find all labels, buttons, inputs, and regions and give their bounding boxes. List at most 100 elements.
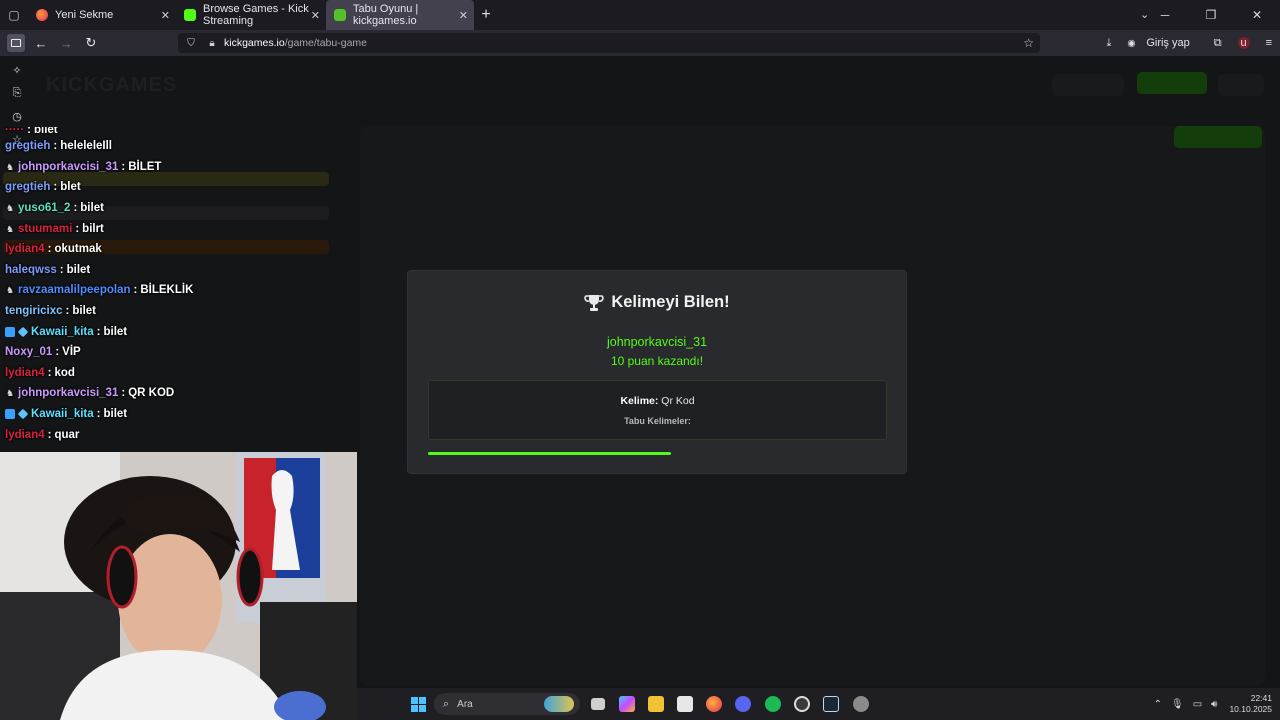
microphone-icon[interactable]: 🎙︎ — [1171, 699, 1184, 710]
bookmark-star-icon[interactable]: ☆ — [1023, 36, 1034, 50]
chat-text: bilet — [66, 263, 91, 276]
tab-label: Browse Games - Kick Streaming — [203, 3, 309, 27]
windows-start-icon[interactable] — [411, 697, 426, 712]
signin-button[interactable]: ◉ Giriş yap — [1127, 37, 1197, 49]
browser-tab-bar: ▢ Yeni Sekme ✕ Browse Games - Kick Strea… — [0, 0, 1280, 30]
chat-separator: : — [65, 305, 70, 318]
ai-chat-icon[interactable]: ✧ — [12, 64, 21, 87]
word-label: Kelime: — [620, 395, 659, 407]
subscriber-badge-icon: ♞ — [5, 223, 15, 234]
store-icon[interactable] — [677, 696, 693, 712]
chat-username[interactable]: Kawaii_kita — [31, 408, 94, 420]
taskbar-search[interactable]: ⌕ Ara — [434, 693, 580, 715]
steam-icon[interactable] — [823, 696, 839, 712]
word-value: Qr Kod — [661, 395, 695, 407]
settings-icon[interactable] — [853, 696, 869, 712]
tray-chevron-up-icon[interactable]: ⌃ — [1154, 699, 1162, 710]
shield-icon[interactable]: ⛉ — [183, 38, 199, 49]
bookmarks-icon[interactable]: ☆ — [12, 133, 22, 156]
taskbar-clock[interactable]: 22:41 10.10.2025 — [1229, 693, 1272, 715]
synced-tabs-icon[interactable]: ⎘ — [13, 87, 22, 110]
chat-separator: : — [121, 160, 126, 173]
chat-text: bilet — [80, 202, 104, 215]
system-tray: ⌃ 🎙︎ ▭ 🔊︎ 22:41 10.10.2025 — [1145, 688, 1272, 720]
chat-message: ♞ ravzaamalilpeepolan: BİLEKLİK — [0, 280, 360, 301]
tab-kick-browse[interactable]: Browse Games - Kick Streaming ✕ — [176, 0, 326, 30]
tab-new-tab[interactable]: Yeni Sekme ✕ — [28, 0, 176, 30]
chat-username[interactable]: johnporkavcisi_31 — [18, 387, 118, 399]
subscriber-badge-icon: ♞ — [5, 285, 15, 296]
modal-title: Kelimeyi Bilen! — [408, 293, 906, 312]
chat-message: Kawaii_kita: bilet — [0, 404, 360, 425]
chat-text: VİP — [62, 346, 81, 359]
copilot-icon[interactable] — [619, 696, 635, 712]
webcam-feed — [0, 452, 357, 720]
chat-text: BİLET — [128, 160, 162, 173]
tab-tabu-game[interactable]: Tabu Oyunu | kickgames.io ✕ — [326, 0, 474, 30]
history-icon[interactable]: ◷ — [12, 110, 22, 133]
spotify-icon[interactable] — [765, 696, 781, 712]
chat-username[interactable]: lydian4 — [5, 429, 45, 441]
restore-icon[interactable]: ❐ — [1188, 8, 1234, 22]
obs-icon[interactable] — [794, 696, 810, 712]
countdown-progress-bar — [428, 452, 887, 455]
chat-username[interactable]: ravzaamalilpeepolan — [18, 284, 131, 296]
chat-username[interactable]: yuso61_2 — [18, 202, 70, 214]
chat-message: haleqwss: bilet — [0, 260, 360, 281]
chat-username[interactable]: johnporkavcisi_31 — [18, 161, 118, 173]
url-domain: kickgames.io — [224, 37, 285, 49]
word-line: Kelime: Qr Kod — [429, 395, 886, 407]
chat-message: ♞ johnporkavcisi_31: QR KOD — [0, 383, 360, 404]
kick-icon — [184, 9, 196, 21]
chat-text: bilet — [103, 408, 128, 421]
subscriber-badge-icon: ♞ — [5, 161, 15, 172]
address-bar[interactable]: ⛉ 🔒︎ kickgames.io/game/tabu-game ☆ — [178, 33, 1040, 53]
chat-separator: : — [53, 140, 58, 153]
chat-username[interactable]: tengiricixc — [5, 305, 63, 317]
chat-message: ♞ stuumami: bilrt — [0, 218, 360, 239]
file-explorer-icon[interactable] — [648, 696, 664, 712]
chat-message: lydian4: kod — [0, 363, 360, 384]
winner-username: johnporkavcisi_31 — [606, 335, 708, 349]
firefox-icon — [36, 9, 48, 21]
task-view-icon[interactable] — [591, 698, 605, 710]
reload-icon[interactable]: ↻ — [79, 32, 103, 54]
chat-username[interactable]: Noxy_01 — [5, 346, 52, 358]
volume-icon[interactable]: 🔊︎ — [1211, 699, 1217, 710]
verified-badge-icon — [5, 326, 15, 337]
chat-username[interactable]: haleqwss — [5, 264, 57, 276]
close-window-icon[interactable]: ✕ — [1234, 8, 1280, 22]
game-panel-button[interactable] — [1174, 126, 1262, 148]
menu-icon[interactable]: ≡ — [1266, 37, 1272, 49]
firefox-taskbar-icon[interactable] — [706, 696, 722, 712]
close-icon[interactable]: ✕ — [161, 9, 170, 22]
new-tab-button[interactable]: + — [474, 6, 498, 24]
header-button[interactable] — [1218, 74, 1264, 96]
chat-separator: : — [47, 428, 52, 441]
download-icon[interactable]: ⤓ — [1107, 37, 1112, 50]
close-icon[interactable]: ✕ — [311, 9, 320, 22]
chat-username[interactable]: Kawaii_kita — [31, 326, 94, 338]
chat-username[interactable]: gregtieh — [5, 181, 50, 193]
url-path: /game/tabu-game — [284, 37, 368, 49]
chat-username[interactable]: stuumami — [18, 223, 72, 235]
chat-message: gregtieh: heleleleIll — [0, 136, 360, 157]
lock-icon[interactable]: 🔒︎ — [204, 38, 220, 49]
chat-username[interactable]: lydian4 — [5, 243, 45, 255]
minimize-icon[interactable]: ─ — [1142, 8, 1188, 22]
discord-icon[interactable] — [735, 696, 751, 712]
chat-username[interactable]: lydian4 — [5, 367, 45, 379]
sidebar-toggle-icon[interactable] — [7, 34, 25, 52]
chat-separator: : — [133, 284, 138, 297]
forward-icon[interactable]: → — [54, 32, 78, 54]
clock-date: 10.10.2025 — [1229, 704, 1272, 714]
display-icon[interactable]: ▭ — [1193, 699, 1202, 710]
ublock-icon[interactable]: u — [1237, 37, 1250, 49]
header-button[interactable] — [1137, 72, 1207, 94]
tab-overview-icon[interactable]: ▢ — [0, 0, 28, 30]
tab-label: Tabu Oyunu | kickgames.io — [353, 3, 419, 27]
close-icon[interactable]: ✕ — [459, 9, 468, 22]
extensions-icon[interactable]: ⧉ — [1214, 37, 1222, 50]
back-icon[interactable]: ← — [29, 32, 53, 54]
header-button[interactable] — [1052, 74, 1124, 96]
